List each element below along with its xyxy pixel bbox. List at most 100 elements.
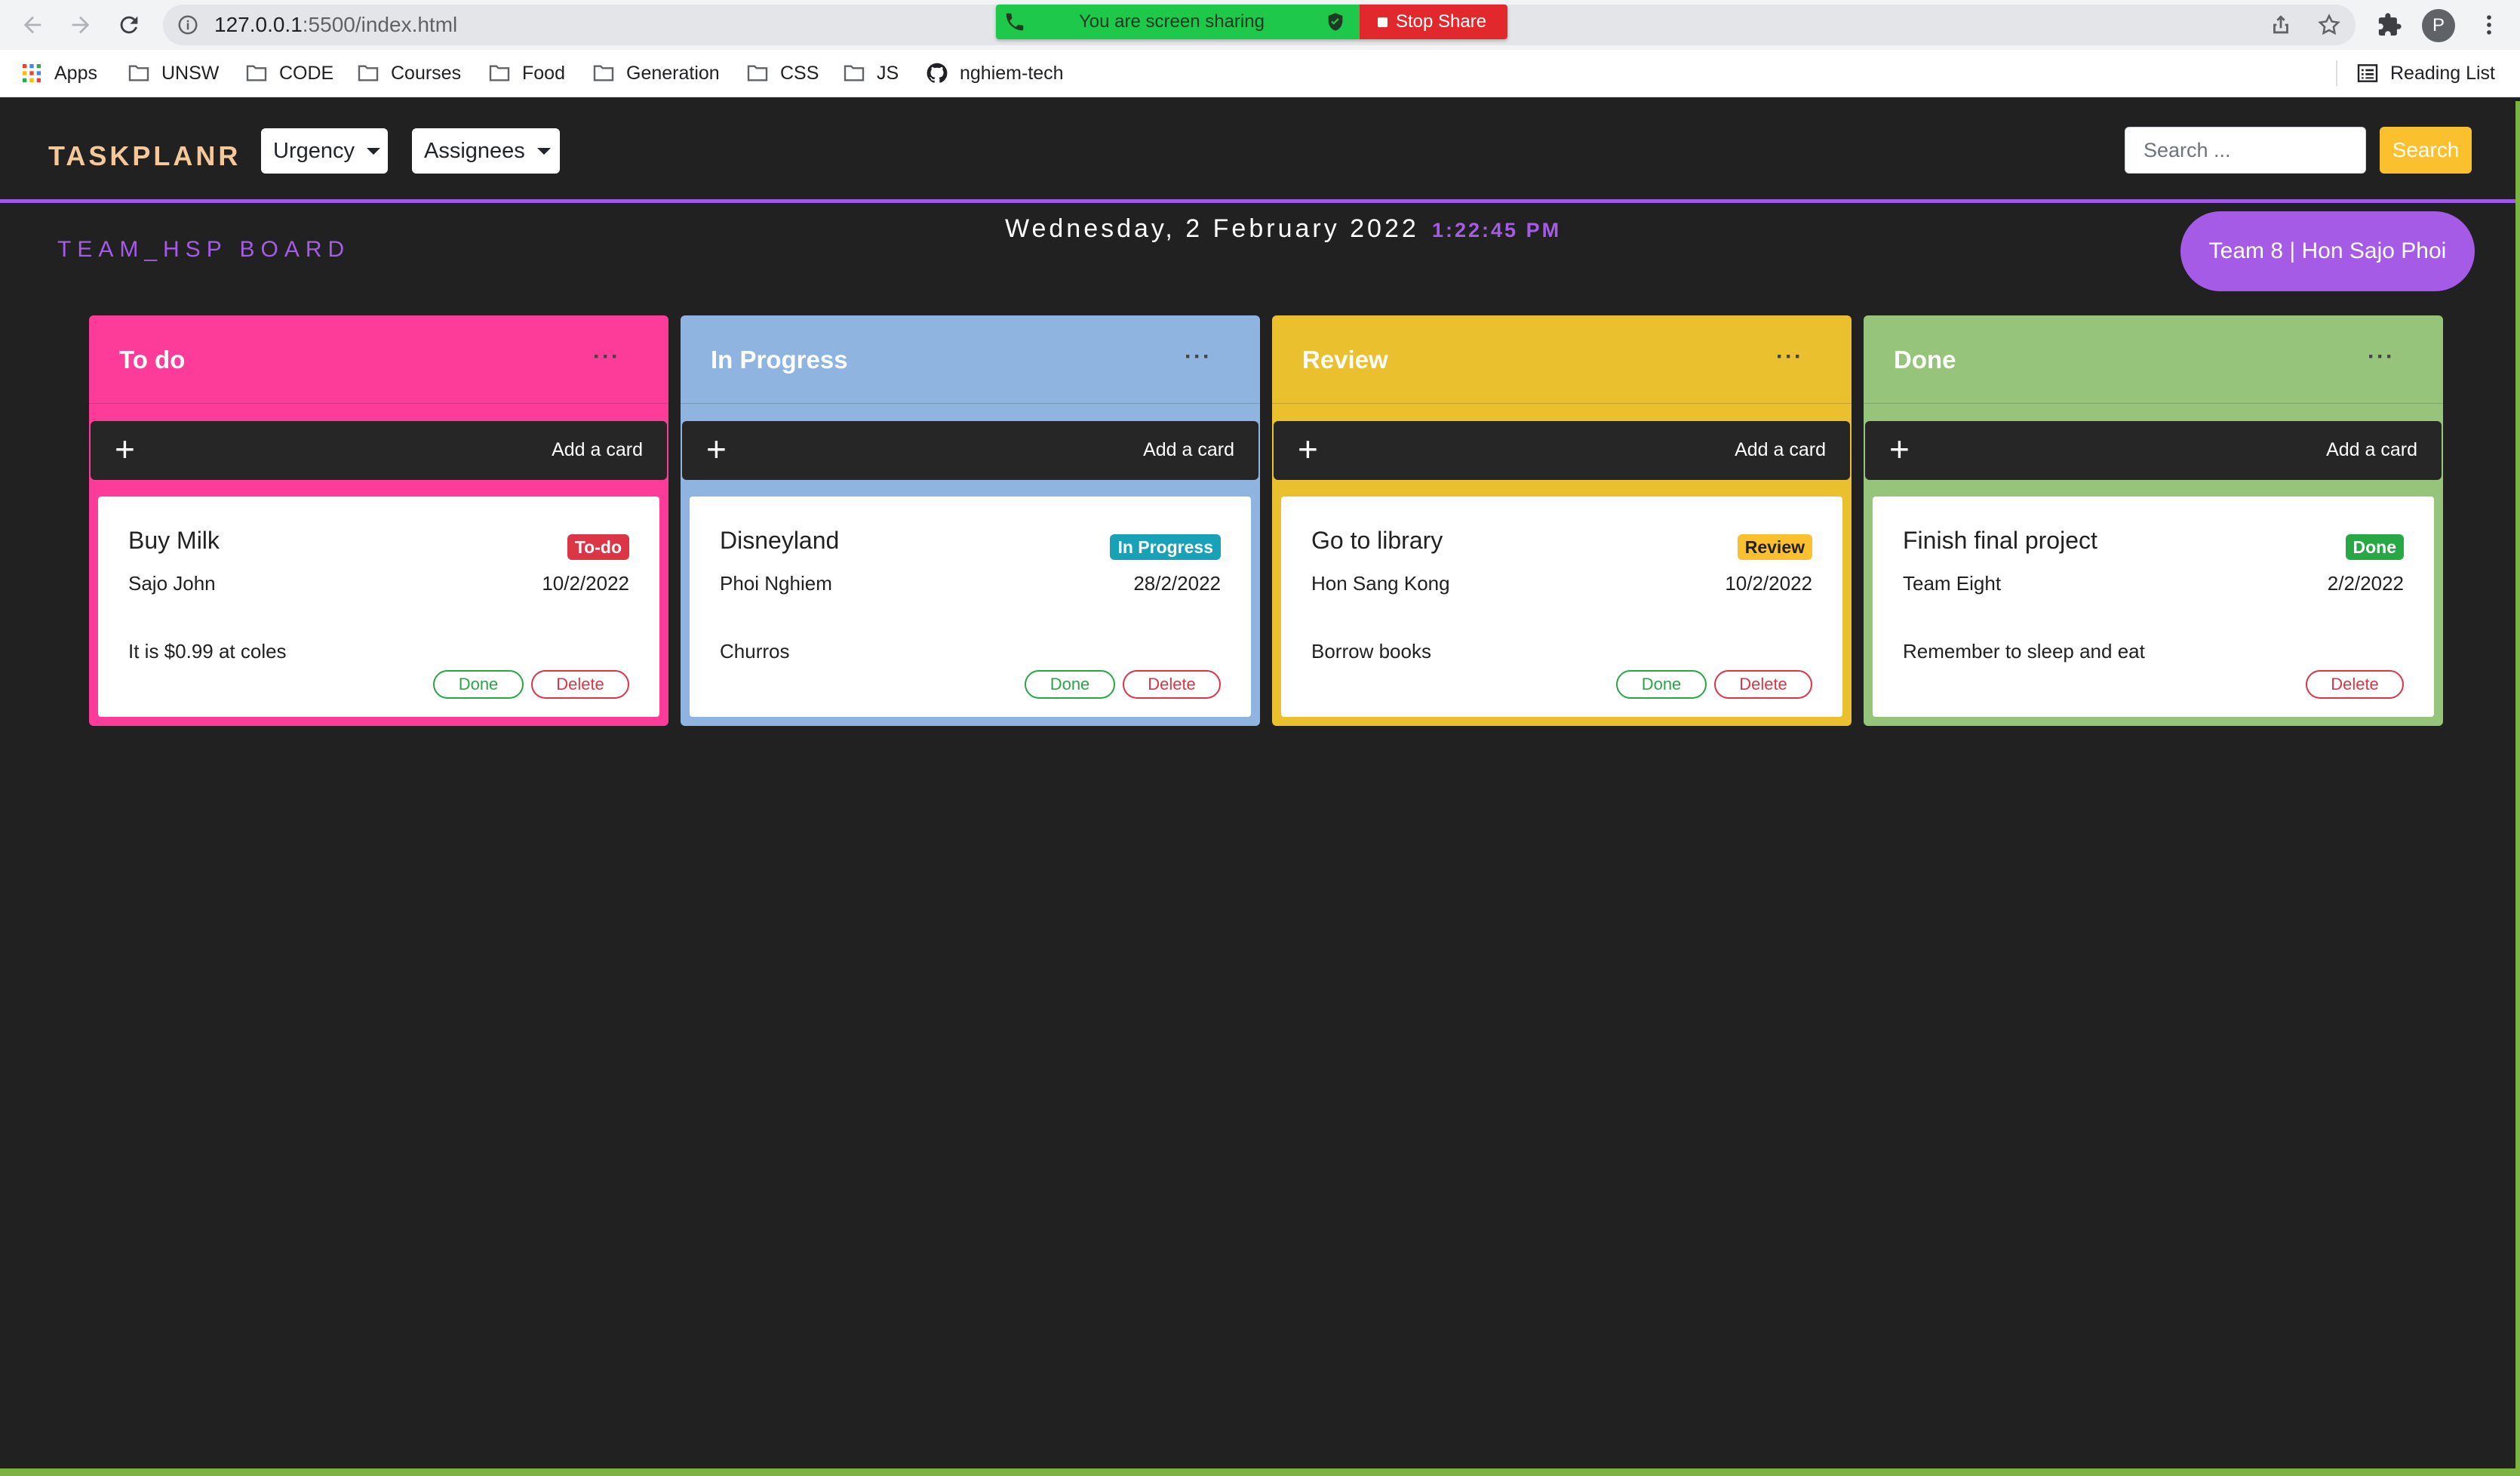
bookmark-unsw[interactable]: UNSW	[127, 50, 219, 97]
card-title: Buy Milk	[128, 527, 220, 554]
stop-share-button[interactable]: Stop Share	[1360, 5, 1507, 39]
done-button[interactable]: Done	[1025, 670, 1115, 699]
bookmark-star-button[interactable]	[2313, 9, 2345, 41]
bookmark-label: CSS	[780, 62, 819, 84]
caret-down-icon	[536, 147, 551, 155]
caret-down-icon	[367, 147, 380, 155]
url-text: 127.0.0.1:5500/index.html	[214, 13, 458, 36]
card-title: Go to library	[1311, 527, 1443, 554]
add-card-button[interactable]: + Add a card	[682, 421, 1258, 480]
add-card-label: Add a card	[1735, 439, 1826, 460]
card-assignee: Team Eight	[1903, 572, 2002, 595]
task-card[interactable]: Finish final project Done Team Eight 2/2…	[1873, 497, 2434, 717]
bookmark-code[interactable]: CODE	[244, 50, 333, 97]
plus-icon: +	[115, 429, 135, 469]
column-title: Done	[1894, 346, 1956, 374]
kebab-menu-icon	[2487, 15, 2491, 35]
bookmarks-bar: Apps UNSW CODE Courses Food Generation C…	[0, 50, 2520, 97]
status-badge: Done	[2345, 534, 2404, 560]
folder-icon	[246, 65, 267, 81]
delete-button[interactable]: Delete	[1714, 670, 1812, 699]
board-title: TEAM_HSP BOARD	[57, 237, 351, 262]
assignees-dropdown[interactable]: Assignees	[412, 128, 560, 174]
task-card[interactable]: Go to library Review Hon Sang Kong 10/2/…	[1281, 497, 1842, 717]
delete-button[interactable]: Delete	[1123, 670, 1221, 699]
bookmark-apps[interactable]: Apps	[20, 50, 97, 97]
bookmark-label: Generation	[626, 62, 720, 84]
card-description: Churros	[720, 640, 790, 663]
brand-logo[interactable]: TASKPLANR	[48, 140, 241, 172]
bookmark-food[interactable]: Food	[487, 50, 565, 97]
urgency-dropdown[interactable]: Urgency	[261, 128, 388, 174]
info-icon[interactable]	[177, 14, 199, 36]
delete-button[interactable]: Delete	[531, 670, 629, 699]
reading-list-icon	[2357, 64, 2378, 82]
done-button[interactable]: Done	[433, 670, 524, 699]
bookmark-css[interactable]: CSS	[745, 50, 819, 97]
bookmark-courses[interactable]: Courses	[356, 50, 461, 97]
bookmark-js[interactable]: JS	[842, 50, 899, 97]
current-time: 1:22:45 PM	[1432, 219, 1562, 241]
shield-check-icon	[1328, 13, 1343, 31]
share-icon	[2273, 15, 2288, 34]
screen-share-banner: You are screen sharing Stop Share	[996, 5, 1507, 39]
card-title: Disneyland	[720, 527, 840, 554]
bookmark-label: Food	[522, 62, 565, 84]
taskplanr-page: TASKPLANR Urgency Assignees Search TEAM_…	[0, 101, 2515, 1470]
column-header: Done ···	[1864, 315, 2443, 404]
task-card[interactable]: Buy Milk To-do Sajo John 10/2/2022 It is…	[98, 497, 659, 717]
reading-list-button[interactable]: Reading List	[2356, 50, 2495, 97]
card-description: Remember to sleep and eat	[1903, 640, 2145, 663]
arrow-right-icon	[72, 16, 90, 34]
profile-avatar[interactable]: P	[2422, 9, 2455, 42]
card-assignee: Hon Sang Kong	[1311, 572, 1450, 595]
column-in-progress: In Progress ··· + Add a card Disneyland …	[681, 315, 1260, 726]
search-button[interactable]: Search	[2380, 127, 2472, 174]
share-page-button[interactable]	[2265, 9, 2297, 41]
profile-initial: P	[2432, 15, 2445, 35]
urgency-label: Urgency	[273, 138, 355, 163]
card-due-date: 10/2/2022	[1725, 572, 1812, 595]
arrow-left-icon	[23, 16, 41, 34]
bookmark-generation[interactable]: Generation	[592, 50, 720, 97]
bookmark-label: nghiem-tech	[960, 62, 1064, 84]
card-assignee: Phoi Nghiem	[720, 572, 832, 595]
team-badge[interactable]: Team 8 | Hon Sajo Phoi	[2180, 211, 2475, 291]
more-options-icon[interactable]: ···	[593, 344, 620, 370]
bookmarks-divider	[2336, 60, 2337, 86]
browser-menu-button[interactable]	[2473, 9, 2505, 41]
reading-list-label: Reading List	[2390, 62, 2495, 84]
card-due-date: 10/2/2022	[542, 572, 629, 595]
phone-icon	[1006, 13, 1024, 31]
column-title: Review	[1302, 346, 1388, 374]
stop-icon	[1378, 17, 1388, 27]
task-card[interactable]: Disneyland In Progress Phoi Nghiem 28/2/…	[690, 497, 1251, 717]
reload-button[interactable]	[112, 8, 146, 42]
add-card-button[interactable]: + Add a card	[91, 421, 667, 480]
status-badge: To-do	[567, 534, 629, 560]
window-edge-bottom	[0, 1468, 2520, 1476]
plus-icon: +	[1298, 429, 1318, 469]
add-card-button[interactable]: + Add a card	[1865, 421, 2442, 480]
folder-icon	[747, 65, 768, 81]
done-button[interactable]: Done	[1616, 670, 1707, 699]
delete-button[interactable]: Delete	[2306, 670, 2404, 699]
forward-button[interactable]	[63, 8, 98, 42]
search-input[interactable]	[2125, 127, 2366, 174]
add-card-button[interactable]: + Add a card	[1274, 421, 1850, 480]
more-options-icon[interactable]: ···	[1185, 344, 1212, 370]
bookmark-label: Courses	[391, 62, 462, 84]
card-assignee: Sajo John	[128, 572, 216, 595]
folder-icon	[128, 65, 149, 81]
extensions-button[interactable]	[2374, 9, 2405, 41]
back-button[interactable]	[15, 8, 50, 42]
bookmark-nghiem-tech[interactable]: nghiem-tech	[925, 50, 1064, 97]
card-due-date: 2/2/2022	[2327, 572, 2404, 595]
stop-share-label: Stop Share	[1396, 11, 1487, 32]
bookmark-label: UNSW	[161, 62, 220, 84]
more-options-icon[interactable]: ···	[1776, 344, 1803, 370]
more-options-icon[interactable]: ···	[2368, 344, 2395, 370]
folder-icon	[489, 65, 510, 81]
column-title: To do	[119, 346, 186, 374]
share-status-text: You are screen sharing	[1079, 11, 1265, 32]
